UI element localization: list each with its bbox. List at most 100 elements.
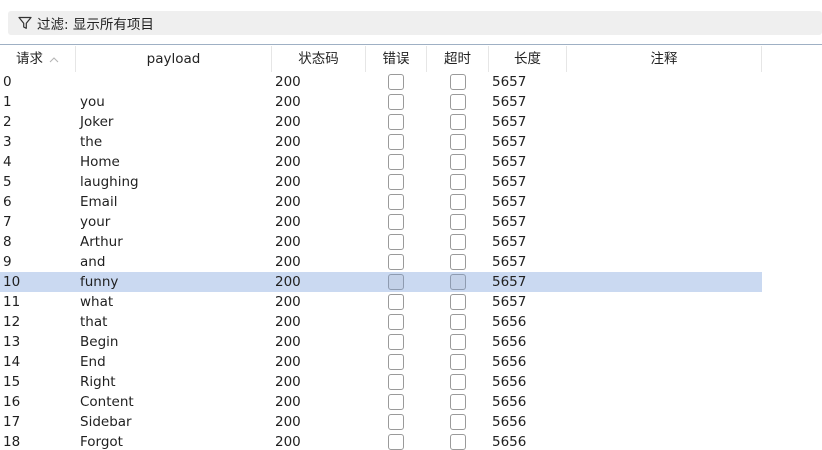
header-divider xyxy=(0,44,822,45)
cell-timeout-checkbox[interactable] xyxy=(450,334,466,350)
cell-error-checkbox[interactable] xyxy=(388,294,404,310)
table-row[interactable]: 8 Arthur 200 5657 xyxy=(0,232,762,252)
cell-error-checkbox[interactable] xyxy=(388,134,404,150)
cell-error-checkbox[interactable] xyxy=(388,434,404,450)
column-header-status[interactable]: 状态码 xyxy=(272,46,366,72)
cell-error-checkbox[interactable] xyxy=(388,314,404,330)
column-header-length[interactable]: 长度 xyxy=(489,46,567,72)
cell-request: 11 xyxy=(3,294,21,310)
filter-bar[interactable]: 过滤: 显示所有项目 xyxy=(8,11,822,35)
column-header-error[interactable]: 错误 xyxy=(366,46,427,72)
cell-status: 200 xyxy=(275,234,301,250)
cell-status: 200 xyxy=(275,294,301,310)
cell-payload: Sidebar xyxy=(80,414,132,430)
cell-error-checkbox[interactable] xyxy=(388,114,404,130)
cell-timeout-checkbox[interactable] xyxy=(450,394,466,410)
cell-timeout-checkbox[interactable] xyxy=(450,74,466,90)
table-row[interactable]: 1 you 200 5657 xyxy=(0,92,762,112)
cell-length: 5657 xyxy=(492,134,527,150)
cell-error-checkbox[interactable] xyxy=(388,94,404,110)
table-row[interactable]: 10 funny 200 5657 xyxy=(0,272,762,292)
cell-length: 5657 xyxy=(492,114,527,130)
cell-timeout-checkbox[interactable] xyxy=(450,354,466,370)
cell-error-checkbox[interactable] xyxy=(388,74,404,90)
cell-timeout-checkbox[interactable] xyxy=(450,94,466,110)
table-row[interactable]: 14 End 200 5656 xyxy=(0,352,762,372)
cell-timeout-checkbox[interactable] xyxy=(450,154,466,170)
cell-timeout-checkbox[interactable] xyxy=(450,414,466,430)
cell-timeout-checkbox[interactable] xyxy=(450,314,466,330)
cell-timeout-checkbox[interactable] xyxy=(450,134,466,150)
cell-error-checkbox[interactable] xyxy=(388,334,404,350)
table-row[interactable]: 9 and 200 5657 xyxy=(0,252,762,272)
table-row[interactable]: 13 Begin 200 5656 xyxy=(0,332,762,352)
cell-error-checkbox[interactable] xyxy=(388,174,404,190)
cell-timeout-checkbox[interactable] xyxy=(450,254,466,270)
cell-timeout-checkbox[interactable] xyxy=(450,174,466,190)
table-row[interactable]: 6 Email 200 5657 xyxy=(0,192,762,212)
cell-length: 5656 xyxy=(492,434,527,450)
cell-error-checkbox[interactable] xyxy=(388,414,404,430)
column-header-request-label: 请求 xyxy=(16,51,43,67)
cell-timeout-checkbox[interactable] xyxy=(450,434,466,450)
table-row[interactable]: 12 that 200 5656 xyxy=(0,312,762,332)
cell-request: 2 xyxy=(3,114,12,130)
cell-timeout-checkbox[interactable] xyxy=(450,374,466,390)
cell-status: 200 xyxy=(275,254,301,270)
cell-status: 200 xyxy=(275,174,301,190)
column-header-request[interactable]: 请求 xyxy=(0,46,76,72)
table-row[interactable]: 7 your 200 5657 xyxy=(0,212,762,232)
cell-status: 200 xyxy=(275,374,301,390)
cell-error-checkbox[interactable] xyxy=(388,154,404,170)
cell-request: 4 xyxy=(3,154,12,170)
cell-error-checkbox[interactable] xyxy=(388,194,404,210)
table-row[interactable]: 15 Right 200 5656 xyxy=(0,372,762,392)
cell-request: 15 xyxy=(3,374,21,390)
cell-status: 200 xyxy=(275,414,301,430)
cell-payload: the xyxy=(80,134,103,150)
table-row[interactable]: 5 laughing 200 5657 xyxy=(0,172,762,192)
table-row[interactable]: 16 Content 200 5656 xyxy=(0,392,762,412)
cell-timeout-checkbox[interactable] xyxy=(450,274,466,290)
table-row[interactable]: 4 Home 200 5657 xyxy=(0,152,762,172)
cell-length: 5656 xyxy=(492,314,527,330)
cell-status: 200 xyxy=(275,114,301,130)
filter-label: 过滤: 显示所有项目 xyxy=(37,17,154,33)
cell-error-checkbox[interactable] xyxy=(388,374,404,390)
cell-request: 7 xyxy=(3,214,12,230)
table-row[interactable]: 11 what 200 5657 xyxy=(0,292,762,312)
column-header-comment[interactable]: 注释 xyxy=(567,46,762,72)
table-row[interactable]: 2 Joker 200 5657 xyxy=(0,112,762,132)
cell-payload: Content xyxy=(80,394,134,410)
cell-error-checkbox[interactable] xyxy=(388,254,404,270)
cell-status: 200 xyxy=(275,394,301,410)
cell-request: 17 xyxy=(3,414,21,430)
cell-timeout-checkbox[interactable] xyxy=(450,194,466,210)
cell-status: 200 xyxy=(275,94,301,110)
table-row[interactable]: 0 200 5657 xyxy=(0,72,762,92)
cell-request: 10 xyxy=(3,274,21,290)
cell-timeout-checkbox[interactable] xyxy=(450,234,466,250)
cell-length: 5657 xyxy=(492,254,527,270)
cell-length: 5657 xyxy=(492,234,527,250)
chevron-up-icon xyxy=(49,46,59,72)
column-header-timeout[interactable]: 超时 xyxy=(427,46,489,72)
cell-status: 200 xyxy=(275,274,301,290)
table-row[interactable]: 3 the 200 5657 xyxy=(0,132,762,152)
table-row[interactable]: 17 Sidebar 200 5656 xyxy=(0,412,762,432)
cell-error-checkbox[interactable] xyxy=(388,234,404,250)
cell-error-checkbox[interactable] xyxy=(388,274,404,290)
table-header: 请求 payload 状态码 错误 超时 长度 注释 xyxy=(0,46,822,72)
cell-payload: that xyxy=(80,314,108,330)
cell-error-checkbox[interactable] xyxy=(388,394,404,410)
cell-timeout-checkbox[interactable] xyxy=(450,214,466,230)
cell-error-checkbox[interactable] xyxy=(388,354,404,370)
column-header-payload[interactable]: payload xyxy=(76,46,272,72)
cell-timeout-checkbox[interactable] xyxy=(450,114,466,130)
cell-error-checkbox[interactable] xyxy=(388,214,404,230)
cell-timeout-checkbox[interactable] xyxy=(450,294,466,310)
cell-payload: what xyxy=(80,294,114,310)
cell-request: 5 xyxy=(3,174,12,190)
table-row[interactable]: 18 Forgot 200 5656 xyxy=(0,432,762,450)
cell-payload: and xyxy=(80,254,106,270)
